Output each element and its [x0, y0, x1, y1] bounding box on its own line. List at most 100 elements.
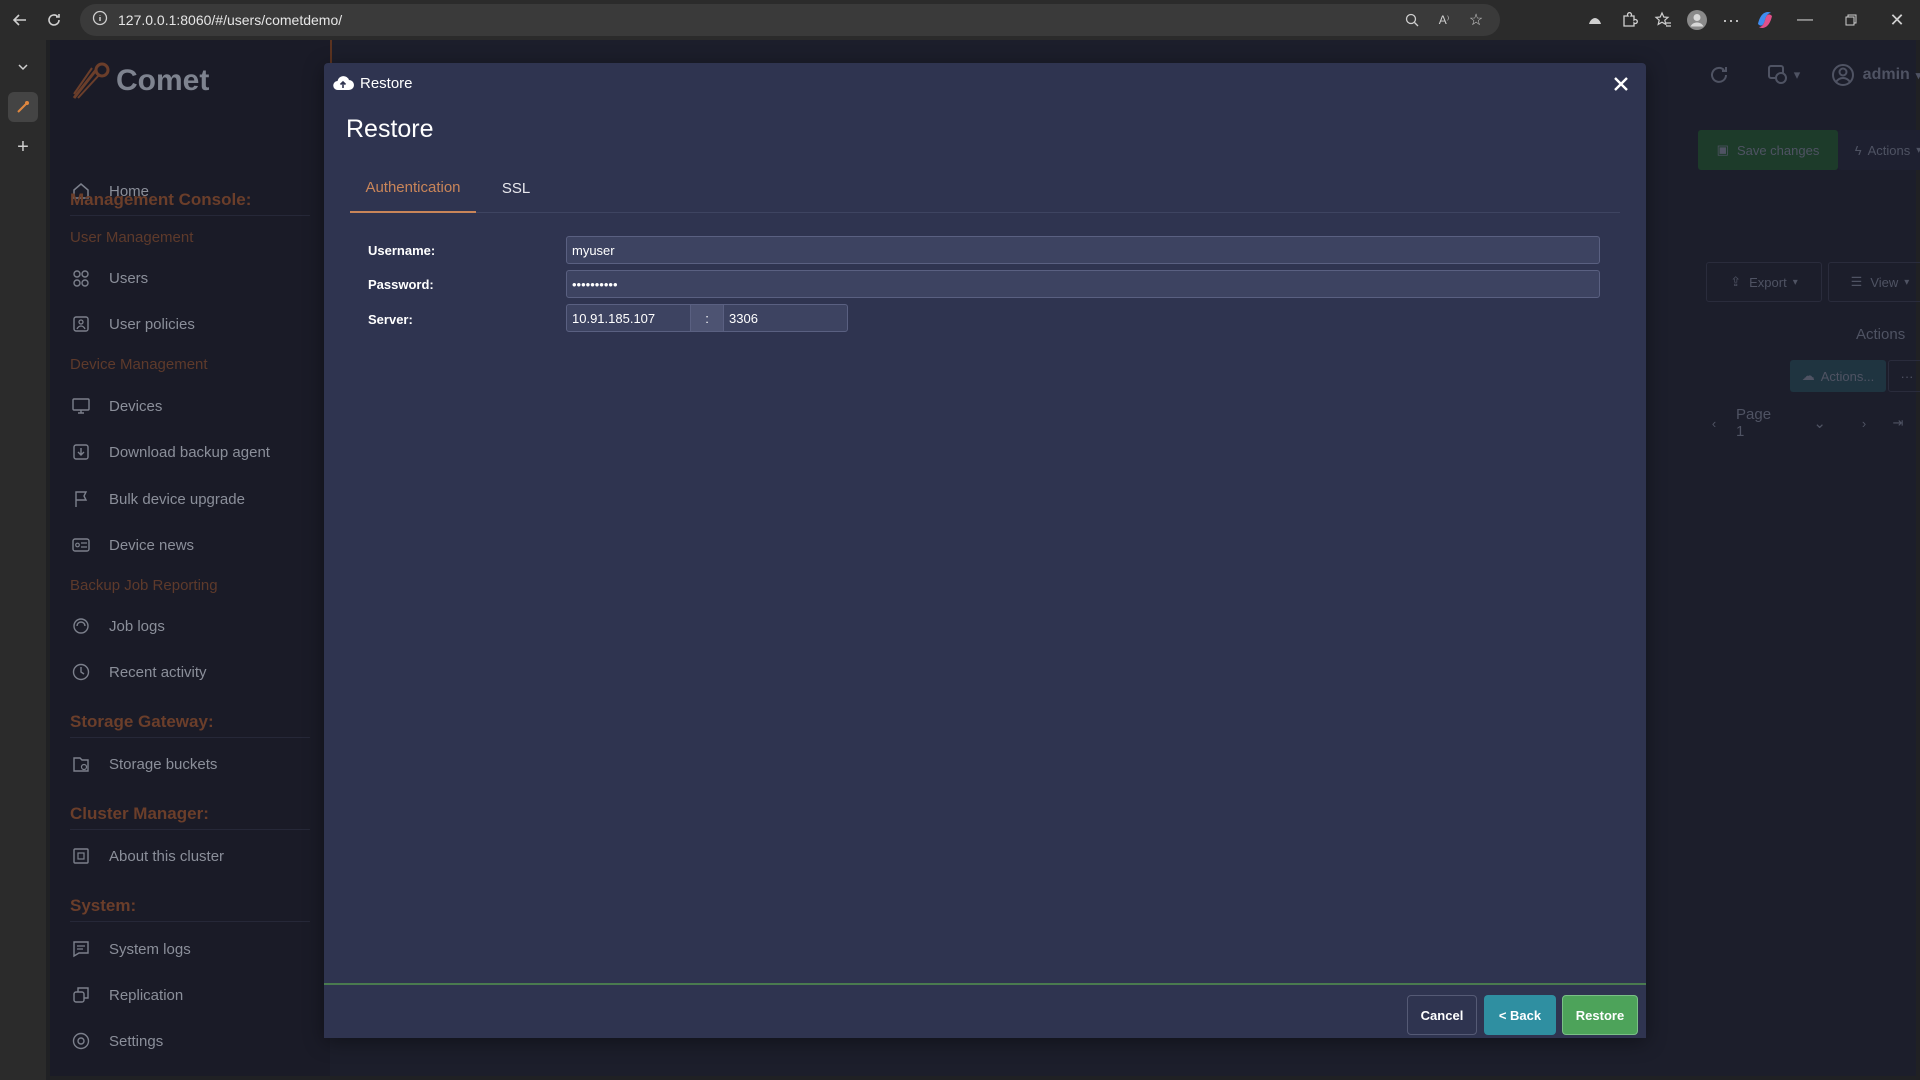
divider [70, 829, 310, 830]
server-switch-icon[interactable]: ▾ [1758, 60, 1808, 90]
subsection-backup-job-reporting: Backup Job Reporting [70, 577, 218, 594]
sidebar-item-device-news[interactable]: Device news [70, 530, 194, 560]
password-label: Password: [368, 277, 434, 292]
zoom-icon[interactable] [1400, 10, 1424, 30]
minimize-icon[interactable]: — [1782, 0, 1828, 40]
sidebar-item-recent-activity[interactable]: Recent activity [70, 657, 207, 687]
restore-button[interactable]: Restore [1562, 995, 1638, 1035]
policy-icon [70, 313, 92, 335]
browser-vertical-tabs: + [0, 40, 46, 1080]
close-icon[interactable] [1606, 69, 1636, 99]
export-dropdown[interactable]: ⇪ Export ▾ [1706, 262, 1822, 302]
save-changes-button[interactable]: ▣ Save changes [1698, 130, 1838, 170]
next-page-icon[interactable]: › [1854, 408, 1874, 438]
server-port-field[interactable] [723, 304, 848, 332]
brand-logo[interactable]: Comet [70, 60, 209, 102]
page-selector[interactable]: Page 1 ⌄ [1736, 406, 1826, 440]
server-label: Server: [368, 312, 413, 327]
sidebar-item-about-this-cluster[interactable]: About this cluster [70, 841, 224, 871]
gear-icon [70, 1030, 92, 1052]
close-window-icon[interactable]: ✕ [1874, 0, 1920, 40]
refresh-icon[interactable] [1704, 60, 1734, 90]
back-button[interactable]: < Back [1484, 995, 1556, 1035]
favorite-star-icon[interactable]: ☆ [1464, 10, 1488, 30]
divider [70, 215, 310, 216]
sidebar-item-bulk-device-upgrade[interactable]: Bulk device upgrade [70, 484, 245, 514]
cloud-icon: ☁ [1801, 368, 1815, 383]
profile-icon[interactable] [1680, 0, 1714, 40]
download-icon [70, 441, 92, 463]
server-host-field[interactable] [566, 304, 691, 332]
username-label: Username: [368, 243, 436, 258]
modal-header: Restore [324, 63, 1646, 103]
reload-icon[interactable] [42, 8, 66, 32]
puzzle-icon[interactable] [1612, 0, 1646, 40]
news-icon [70, 534, 92, 556]
more-icon[interactable]: ··· [1714, 0, 1748, 40]
read-aloud-icon[interactable]: A ⁾ [1432, 10, 1456, 30]
lightning-icon: ϟ [1854, 142, 1862, 158]
actions-dropdown[interactable]: ϟ Actions ▾ [1838, 130, 1920, 170]
address-bar[interactable]: 127.0.0.1:8060/#/users/cometdemo/ A ⁾ ☆ [80, 4, 1500, 36]
sidebar-item-settings[interactable]: Settings [70, 1026, 163, 1056]
divider [70, 921, 310, 922]
favorites-icon[interactable] [1646, 0, 1680, 40]
section-cluster-manager: Cluster Manager: [70, 804, 209, 823]
divider [70, 737, 310, 738]
export-icon: ⇪ [1730, 274, 1742, 289]
clock-icon [70, 661, 92, 683]
users-icon [70, 267, 92, 289]
sidebar-item-download-backup-agent[interactable]: Download backup agent [70, 437, 270, 467]
active-tab-favicon[interactable] [8, 92, 38, 122]
cancel-button[interactable]: Cancel [1407, 995, 1477, 1035]
server-port-separator: : [691, 304, 723, 332]
tab-authentication[interactable]: Authentication [350, 163, 476, 213]
last-page-icon[interactable]: ⇥ [1888, 408, 1908, 438]
sidebar-item-storage-buckets[interactable]: Storage buckets [70, 749, 217, 779]
sidebar-item-user-policies[interactable]: User policies [70, 309, 195, 339]
sidebar-item-replication[interactable]: Replication [70, 980, 183, 1010]
user-circle-icon [1831, 64, 1854, 86]
admin-user-menu[interactable]: admin ▾ [1826, 60, 1920, 90]
cloud-upload-icon [332, 72, 354, 94]
section-storage-gateway: Storage Gateway: [70, 712, 214, 731]
sidebar: Comet Home Management Console: User Mana… [50, 40, 330, 1076]
restore-modal: Restore Restore Authentication SSL Usern… [324, 63, 1646, 1038]
prev-page-icon[interactable]: ‹ [1704, 408, 1724, 438]
tab-ssl[interactable]: SSL [486, 163, 546, 213]
comet-logo-icon [72, 62, 110, 99]
flag-icon [70, 488, 92, 510]
job-logs-icon [70, 615, 92, 637]
sidebar-item-devices[interactable]: Devices [70, 391, 162, 421]
view-dropdown[interactable]: ☰ View ▾ [1828, 262, 1920, 302]
modal-footer: Cancel < Back Restore [324, 985, 1646, 1038]
username-field[interactable] [566, 236, 1600, 264]
copilot-icon[interactable] [1748, 0, 1782, 40]
bucket-icon [70, 753, 92, 775]
info-icon[interactable] [92, 10, 108, 31]
tab-bar: Authentication SSL [350, 163, 1620, 213]
password-field[interactable] [566, 270, 1600, 298]
section-management-console: Management Console: [70, 190, 252, 209]
copy-icon [70, 984, 92, 1006]
sidebar-item-users[interactable]: Users [70, 263, 148, 293]
list-icon: ☰ [1850, 274, 1863, 289]
monitor-icon [70, 395, 92, 417]
chevron-down-icon[interactable] [8, 52, 38, 82]
modal-header-title: Restore [360, 74, 413, 92]
actions-column-header: Actions [1856, 326, 1906, 343]
message-icon [70, 938, 92, 960]
cluster-icon [70, 845, 92, 867]
extension-icon[interactable] [1578, 0, 1612, 40]
restore-window-icon[interactable] [1828, 0, 1874, 40]
sidebar-item-system-logs[interactable]: System logs [70, 934, 191, 964]
new-tab-icon[interactable]: + [8, 132, 38, 162]
sidebar-item-job-logs[interactable]: Job logs [70, 611, 165, 641]
brand-name: Comet [116, 64, 210, 97]
row-more-button[interactable]: ··· [1888, 360, 1920, 392]
subsection-device-management: Device Management [70, 356, 208, 373]
row-actions-button[interactable]: ☁ Actions... [1790, 360, 1886, 392]
section-system: System: [70, 896, 137, 915]
back-arrow-icon[interactable] [8, 8, 32, 32]
subsection-user-management: User Management [70, 229, 194, 246]
